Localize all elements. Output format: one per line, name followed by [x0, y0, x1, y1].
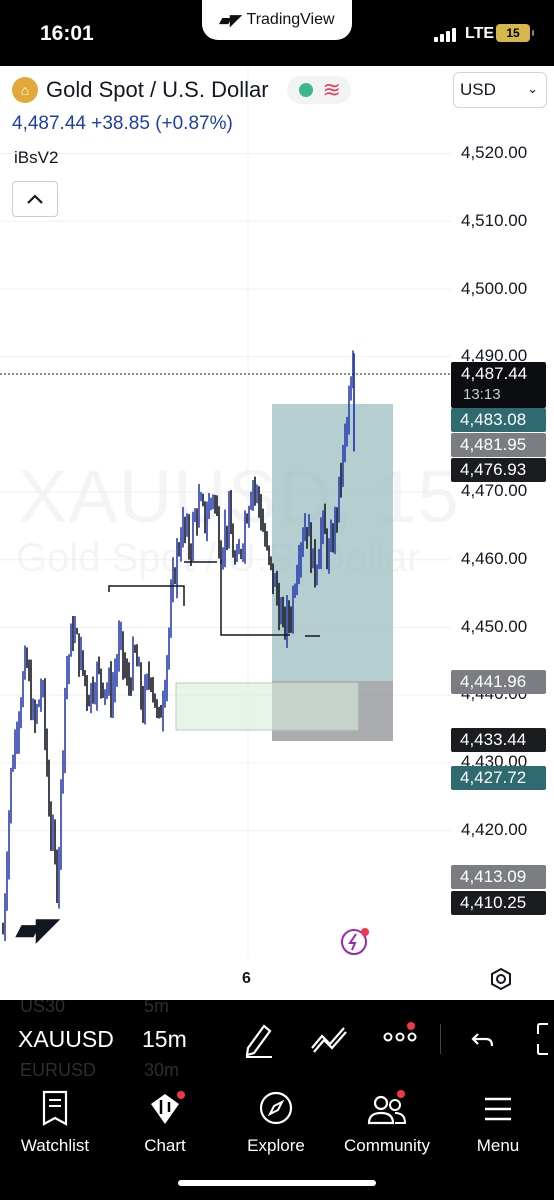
signal-icon	[434, 28, 456, 42]
chart-icon	[151, 1091, 185, 1124]
axis-label: 4,470.00	[461, 481, 528, 500]
time-axis-label: 6	[242, 970, 251, 987]
flash-icon[interactable]	[340, 926, 372, 958]
axis-label: 4,500.00	[461, 279, 528, 298]
nav-chart[interactable]: Chart	[110, 1082, 220, 1156]
price-tag: 4,427.72	[451, 766, 546, 790]
axis-label: 4,510.00	[461, 211, 528, 230]
price-tag: 4,413.09	[451, 865, 546, 889]
range-box	[175, 682, 359, 731]
price-tag: 4,476.93	[451, 458, 546, 482]
market-open-icon	[298, 83, 313, 97]
current-price-value: 4,487.44	[461, 364, 528, 383]
chevron-down-icon: ⌄	[527, 81, 538, 96]
gold-symbol-icon: ⌂	[12, 77, 38, 103]
price-change: +38.85	[91, 113, 150, 134]
compass-icon	[259, 1091, 293, 1125]
symbol-name[interactable]: Gold Spot / U.S. Dollar	[46, 77, 269, 103]
fullscreen-icon[interactable]	[536, 1022, 554, 1056]
price-tag: 4,481.95	[451, 433, 546, 457]
nav-label: Menu	[476, 1136, 520, 1155]
nav-explore[interactable]: Explore	[221, 1082, 331, 1156]
undo-icon[interactable]	[470, 1028, 496, 1052]
nav-community[interactable]: Community	[332, 1082, 442, 1156]
chart-area[interactable]: XAUUSD, 15 Gold Spot / U.S. Dollar ⌂ Gol…	[0, 66, 554, 1000]
toolbar-divider	[440, 1024, 441, 1054]
notification-dot	[407, 1022, 415, 1030]
ghost-interval-prev: 5m	[144, 1000, 170, 1016]
nav-label: Watchlist	[20, 1136, 90, 1155]
currency-select[interactable]: USD ⌄	[453, 72, 547, 108]
indicator-name[interactable]: iBsV2	[14, 148, 58, 168]
symbol-selector[interactable]: XAUUSD	[18, 1026, 114, 1053]
price-tag: 4,483.08	[451, 408, 546, 432]
menu-icon	[485, 1097, 511, 1121]
ghost-symbol-next: EURUSD	[20, 1060, 97, 1080]
app-banner-label: TradingView	[246, 11, 335, 28]
nav-label: Community	[344, 1136, 430, 1155]
nav-label: Explore	[247, 1136, 305, 1155]
candlestick-chart[interactable]	[0, 66, 554, 1000]
nav-menu[interactable]: Menu	[443, 1082, 553, 1156]
market-status-pill[interactable]: ≋	[286, 76, 351, 104]
watchlist-icon	[42, 1090, 68, 1126]
chevron-up-icon	[27, 194, 43, 204]
bar-countdown: 13:13	[463, 386, 501, 403]
more-icon[interactable]	[382, 1030, 418, 1044]
network-label: LTE	[465, 25, 495, 42]
status-bar: 16:01 ▰◤ TradingView LTE 15	[0, 0, 554, 66]
axis-label: 4,420.00	[461, 820, 528, 839]
axis-label: 4,520.00	[461, 143, 528, 162]
price-tag: 4,410.25	[451, 891, 546, 915]
last-price: 4,487.44	[12, 113, 86, 134]
nav-label: Chart	[144, 1136, 186, 1155]
app-banner[interactable]: ▰◤ TradingView	[202, 0, 352, 40]
interval-selector[interactable]: 15m	[142, 1026, 187, 1053]
price-change-pct: (+0.87%)	[155, 113, 233, 134]
price-tag: 4,433.44	[451, 728, 546, 752]
axis-label: 4,460.00	[461, 549, 528, 568]
indicators-icon[interactable]	[310, 1024, 348, 1054]
status-time: 16:01	[40, 22, 94, 45]
battery-icon: 15	[496, 24, 534, 42]
price-summary: 4,487.44 +38.85 (+0.87%)	[12, 113, 233, 135]
battery-level: 15	[506, 26, 520, 40]
nav-watchlist[interactable]: Watchlist	[0, 1082, 110, 1156]
axis-label: 4,450.00	[461, 617, 528, 636]
tradingview-logo-icon: ▰◤	[219, 12, 241, 29]
current-price-tag: 4,487.44 13:13	[451, 362, 546, 408]
price-tag: 4,441.96	[451, 670, 546, 694]
collapse-button[interactable]	[12, 181, 58, 217]
community-icon	[367, 1090, 407, 1125]
chart-settings-icon[interactable]	[489, 967, 513, 991]
tradingview-logo-icon: ▰◤	[16, 913, 59, 946]
ghost-interval-next: 30m	[144, 1060, 180, 1080]
symbol-header[interactable]: ⌂ Gold Spot / U.S. Dollar ≋	[12, 76, 351, 104]
ghost-symbol-prev: US30	[20, 1000, 66, 1016]
currency-value: USD	[460, 80, 496, 99]
home-indicator	[178, 1180, 376, 1186]
chart-toolbar: US30 5m XAUUSD 15m EURUSD 30m	[0, 1000, 554, 1082]
drawing-tools-icon[interactable]	[242, 1020, 276, 1058]
wave-icon: ≋	[322, 77, 341, 102]
